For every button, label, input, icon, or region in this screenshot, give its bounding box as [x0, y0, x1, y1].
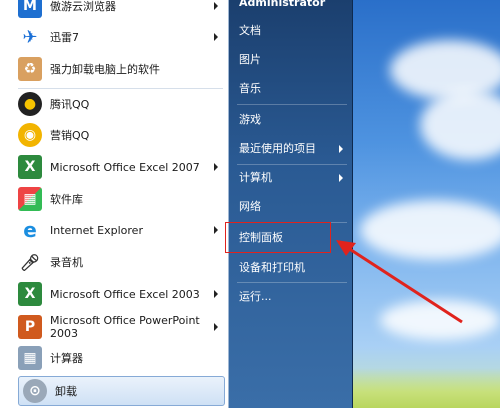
program-item-uninstall[interactable]: ⊙ 卸载: [18, 376, 225, 406]
microphone-icon: 🎤︎: [19, 252, 41, 272]
xunlei-icon: ✈: [22, 26, 38, 48]
submenu-arrow-icon: [214, 323, 218, 331]
program-item-internet-explorer[interactable]: e Internet Explorer: [18, 215, 228, 245]
cloud: [360, 200, 500, 260]
uninstall-icon: ⊙: [23, 379, 47, 403]
menu-item-network[interactable]: 网络: [239, 196, 347, 218]
menu-item-recent-items[interactable]: 最近使用的项目: [239, 138, 347, 160]
start-menu-programs-pane: M 傲游云浏览器 ✈ 迅雷7 ♻ 强力卸载电脑上的软件 ● 腾讯QQ ◉ 营销Q…: [0, 0, 229, 408]
internet-explorer-icon: e: [23, 218, 37, 242]
submenu-arrow-icon: [214, 2, 218, 10]
cloud: [380, 300, 500, 340]
menu-item-documents[interactable]: 文档: [239, 20, 347, 42]
submenu-arrow-icon: [214, 290, 218, 298]
program-item-maxthon[interactable]: M 傲游云浏览器: [18, 0, 228, 21]
uninstaller-box-icon: ♻: [18, 57, 42, 81]
menu-item-pictures[interactable]: 图片: [239, 49, 347, 71]
submenu-arrow-icon: [214, 33, 218, 41]
menu-item-music[interactable]: 音乐: [239, 78, 347, 100]
menu-item-computer[interactable]: 计算机: [239, 167, 347, 189]
submenu-arrow-icon: [339, 145, 343, 153]
powerpoint-icon: P: [18, 315, 42, 339]
program-item-qq[interactable]: ● 腾讯QQ: [18, 89, 228, 119]
program-item-uninstaller[interactable]: ♻ 强力卸载电脑上的软件: [18, 54, 228, 84]
program-item-calculator[interactable]: ▦ 计算器: [18, 343, 228, 373]
divider: [237, 164, 347, 165]
program-item-sound-recorder[interactable]: 🎤︎ 录音机: [18, 247, 228, 277]
qq-penguin-icon: ●: [18, 92, 42, 116]
menu-item-games[interactable]: 游戏: [239, 109, 347, 131]
submenu-arrow-icon: [214, 163, 218, 171]
start-menu-places-pane: Administrator 文档 图片 音乐 游戏 最近使用的项目 计算机 网络…: [229, 0, 353, 408]
divider: [237, 104, 347, 105]
program-item-excel-2003[interactable]: X Microsoft Office Excel 2003: [18, 279, 228, 309]
excel-icon: X: [18, 155, 42, 179]
divider: [237, 282, 347, 283]
submenu-arrow-icon: [214, 226, 218, 234]
program-item-software-library[interactable]: ▦ 软件库: [18, 184, 228, 214]
user-name-link[interactable]: Administrator: [239, 0, 347, 14]
program-item-excel-2007[interactable]: X Microsoft Office Excel 2007: [18, 152, 228, 182]
highlight-box: [225, 222, 331, 253]
menu-item-devices-printers[interactable]: 设备和打印机: [239, 257, 347, 279]
excel-icon: X: [18, 282, 42, 306]
marketing-qq-icon: ◉: [18, 123, 42, 147]
cloud: [420, 90, 500, 160]
calculator-icon: ▦: [18, 346, 42, 370]
grass-field: [350, 368, 500, 408]
program-item-xunlei[interactable]: ✈ 迅雷7: [18, 22, 228, 52]
program-item-powerpoint-2003[interactable]: P Microsoft Office PowerPoint 2003: [18, 311, 228, 343]
submenu-arrow-icon: [339, 174, 343, 182]
program-item-marketing-qq[interactable]: ◉ 营销QQ: [18, 120, 228, 150]
software-library-icon: ▦: [18, 187, 42, 211]
maxthon-browser-icon: M: [18, 0, 42, 18]
menu-item-run[interactable]: 运行...: [239, 286, 347, 308]
